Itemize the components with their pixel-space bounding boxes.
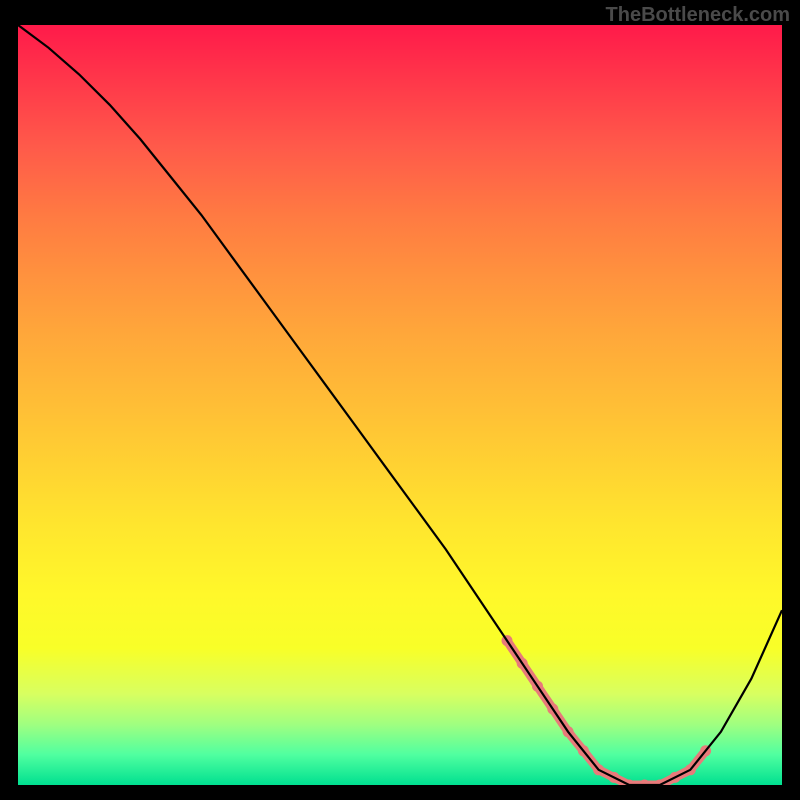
chart-plot-area bbox=[18, 25, 782, 785]
highlight-dots-group bbox=[502, 635, 712, 785]
chart-svg bbox=[18, 25, 782, 785]
bottleneck-curve-line bbox=[18, 25, 782, 785]
watermark-text: TheBottleneck.com bbox=[606, 4, 790, 27]
highlight-segment bbox=[507, 641, 706, 785]
